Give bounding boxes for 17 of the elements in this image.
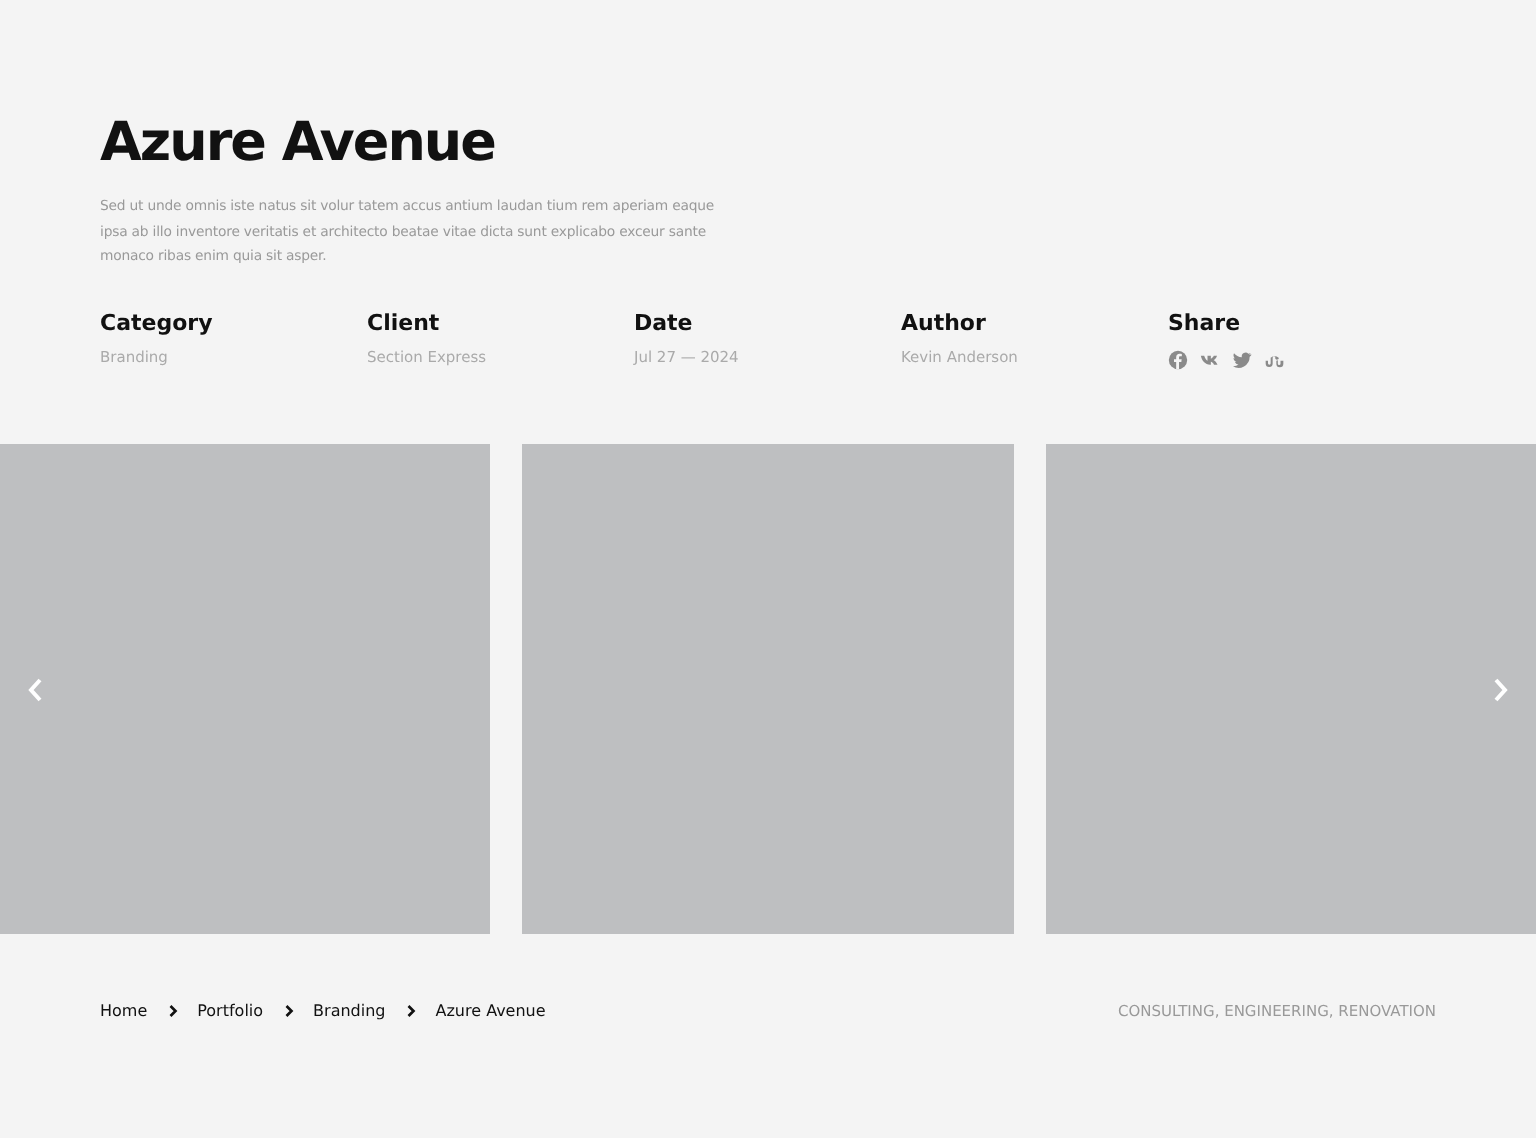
meta-label: Client [367,309,442,337]
meta-label: Date [634,309,695,337]
meta-label: Author [901,309,988,337]
meta-label: Category [100,309,215,337]
meta-label: Share [1168,309,1243,337]
twitter-icon[interactable] [1232,349,1252,369]
chevron-right-icon[interactable] [1492,677,1508,701]
breadcrumb-link[interactable]: Branding [313,1001,386,1019]
chevron-left-icon[interactable] [28,677,44,701]
chevron-right-icon [283,1003,294,1017]
breadcrumb-link[interactable]: Home [100,1001,148,1019]
project-title: Azure Avenue [100,112,497,176]
chevron-right-icon [405,1003,416,1017]
breadcrumb-current: Azure Avenue [435,1001,546,1019]
breadcrumb-link[interactable]: Portfolio [197,1001,264,1019]
chevron-right-icon [167,1003,178,1017]
facebook-icon[interactable] [1168,349,1188,369]
